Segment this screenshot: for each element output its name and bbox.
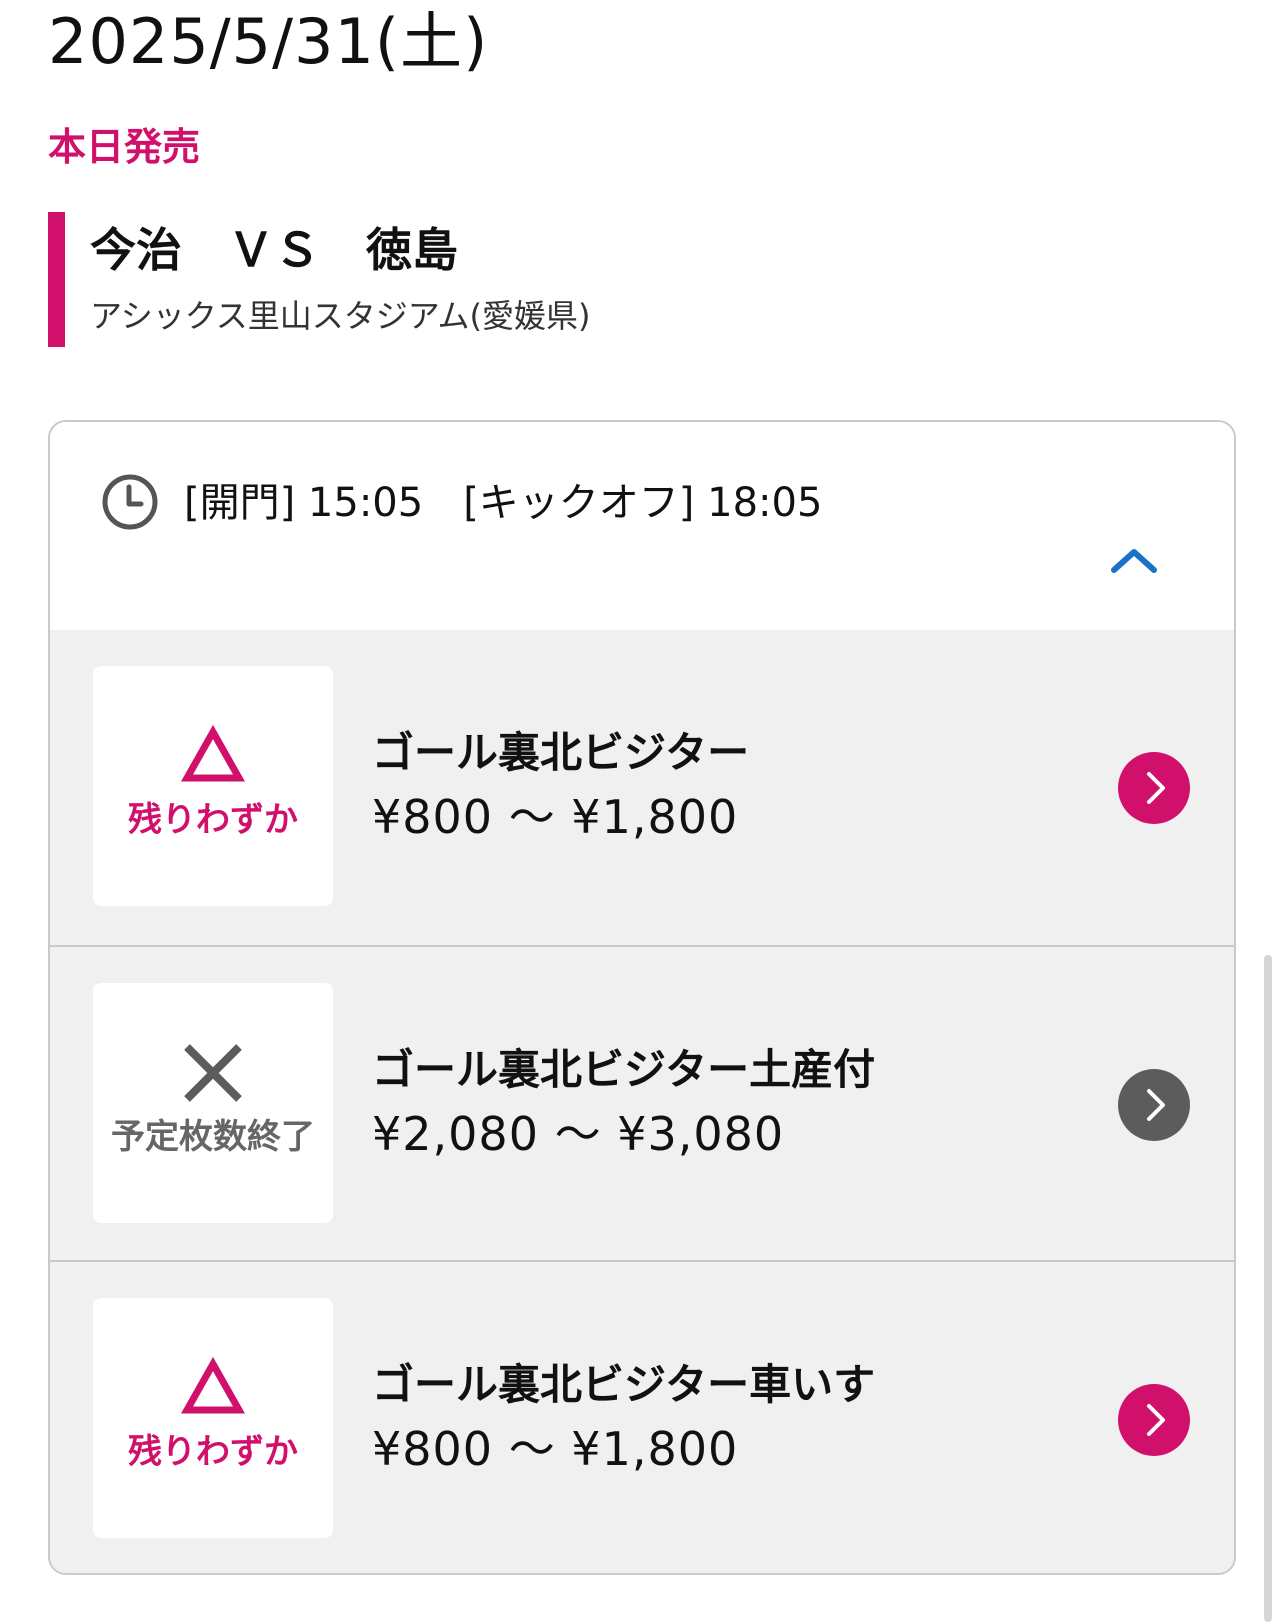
availability-box: 予定枚数終了 [93,983,333,1223]
venue-name: アシックス里山スタジアム(愛媛県) [90,297,591,335]
chevron-right-icon [1147,1404,1165,1436]
availability-label: 残りわずか [128,1432,298,1472]
schedule-card: [開門] 15:05 [キックオフ] 18:05 残りわずか ゴール裏北ビジター… [48,420,1236,1575]
ticket-page: 2025/5/31(土) 本日発売 今治 ＶＳ 徳島 アシックス里山スタジアム(… [0,0,1284,1622]
ticket-detail-button[interactable] [1118,752,1190,824]
sale-status-label: 本日発売 [48,125,201,169]
match-info: 今治 ＶＳ 徳島 アシックス里山スタジアム(愛媛県) [48,212,748,347]
availability-label: 予定枚数終了 [111,1117,315,1157]
schedule-header[interactable]: [開門] 15:05 [キックオフ] 18:05 [50,422,1234,630]
ticket-name: ゴール裏北ビジター車いす [372,1360,876,1409]
ticket-name: ゴール裏北ビジター土産付 [372,1045,876,1094]
ticket-list: 残りわずか ゴール裏北ビジター ¥800 〜 ¥1,800 予定枚数終了 ゴール… [50,630,1234,1573]
availability-box: 残りわずか [93,666,333,906]
ticket-name: ゴール裏北ビジター [372,728,750,777]
match-title: 今治 ＶＳ 徳島 [90,223,458,277]
chevron-right-icon [1147,772,1165,804]
ticket-price: ¥800 〜 ¥1,800 [372,1422,739,1476]
cross-icon [184,1044,242,1102]
ticket-row[interactable]: 予定枚数終了 ゴール裏北ビジター土産付 ¥2,080 〜 ¥3,080 [50,945,1234,1260]
gate-kickoff-times: [開門] 15:05 [キックオフ] 18:05 [184,480,823,526]
availability-label: 残りわずか [128,800,298,840]
ticket-detail-button[interactable] [1118,1069,1190,1141]
ticket-row[interactable]: 残りわずか ゴール裏北ビジター車いす ¥800 〜 ¥1,800 [50,1260,1234,1573]
ticket-detail-button[interactable] [1118,1384,1190,1456]
ticket-price: ¥800 〜 ¥1,800 [372,790,739,844]
ticket-row[interactable]: 残りわずか ゴール裏北ビジター ¥800 〜 ¥1,800 [50,630,1234,945]
ticket-price: ¥2,080 〜 ¥3,080 [372,1107,785,1161]
scrollbar[interactable] [1264,955,1272,1622]
chevron-up-icon[interactable] [1108,540,1160,580]
triangle-icon [181,1356,245,1414]
triangle-icon [181,724,245,782]
clock-icon [102,474,158,530]
availability-box: 残りわずか [93,1298,333,1538]
event-date: 2025/5/31(土) [48,5,489,78]
accent-bar [48,212,65,347]
chevron-right-icon [1147,1089,1165,1121]
